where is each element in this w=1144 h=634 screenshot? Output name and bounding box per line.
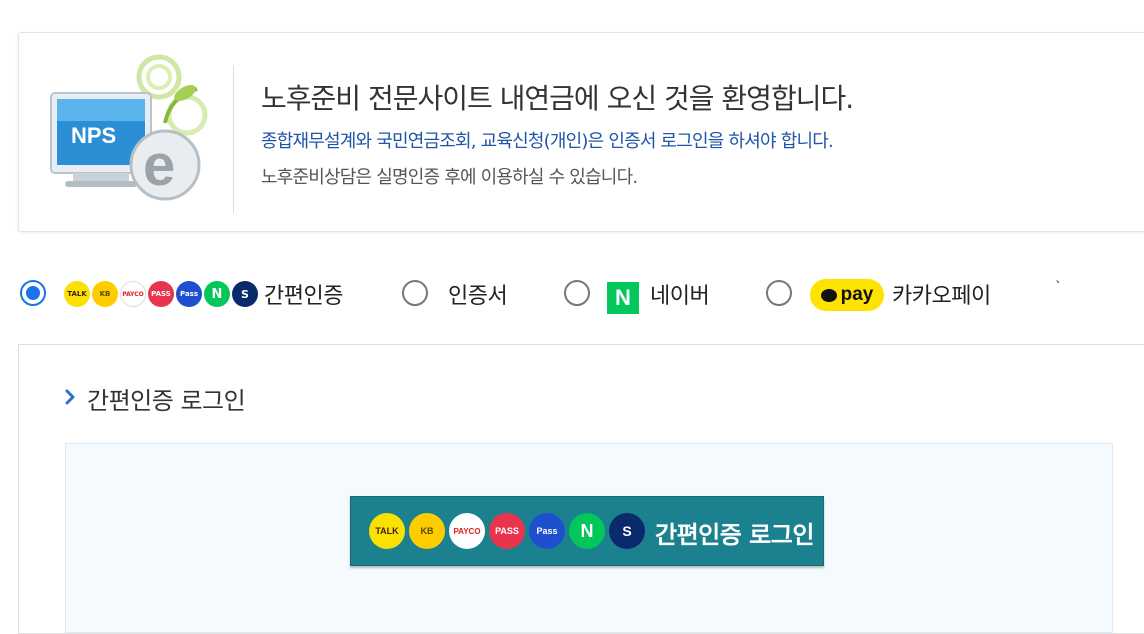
naver-icon: N (607, 282, 639, 314)
btn-shinhan-label: S (622, 523, 632, 539)
shinhan-icon-label: S (241, 287, 249, 301)
nps-logo-icon: NPS e (50, 54, 208, 201)
kakaopay-icon: pay (810, 279, 884, 311)
payco-icon-label: PAYCO (122, 290, 144, 298)
radio-naver[interactable] (564, 280, 590, 306)
login-box: TALK KB PAYCO PASS Pass N S 간편인증 로그인 (65, 443, 1113, 633)
kb-icon-label: KB (99, 290, 111, 298)
svg-text:e: e (143, 133, 175, 198)
samsung-pass-icon-label: Pass (180, 290, 198, 298)
radio-certificate[interactable] (402, 280, 428, 306)
option-label-simple-auth[interactable]: 간편인증 (264, 278, 343, 310)
kakaotalk-icon-label: TALK (67, 290, 87, 298)
banner-divider (233, 65, 234, 213)
kb-bank-icon: KB (92, 281, 118, 307)
option-label-naver[interactable]: 네이버 (650, 278, 710, 310)
naver-icon: N (569, 513, 605, 549)
btn-kb-label: KB (420, 526, 434, 536)
btn-kakaotalk-label: TALK (375, 526, 399, 536)
welcome-title: 노후준비 전문사이트 내연금에 오신 것을 환영합니다. (261, 82, 854, 115)
kb-bank-icon: KB (409, 513, 445, 549)
kakaotalk-icon: TALK (369, 513, 405, 549)
stray-mark: ` (1055, 280, 1062, 296)
btn-samsung-pass-label: Pass (536, 526, 558, 536)
shinhan-icon: S (609, 513, 645, 549)
svg-text:NPS: NPS (71, 123, 116, 148)
payco-icon: PAYCO (449, 513, 485, 549)
naver-small-icon-label: N (211, 286, 223, 302)
naver-icon-label: N (615, 285, 631, 310)
radio-kakaopay[interactable] (766, 280, 792, 306)
simple-auth-login-button[interactable]: TALK KB PAYCO PASS Pass N S 간편인증 로그인 (350, 496, 824, 566)
btn-payco-label: PAYCO (453, 526, 481, 536)
kakaotalk-icon: TALK (64, 281, 90, 307)
counsel-notice: 노후준비상담은 실명인증 후에 이용하실 수 있습니다. (261, 167, 638, 188)
speech-bubble-icon (820, 288, 837, 302)
btn-naver-label: N (580, 520, 594, 541)
pass-icon: PASS (148, 281, 174, 307)
pass-icon-label: PASS (151, 290, 171, 298)
login-type-options: TALK KB PAYCO PASS Pass N S 간편인증 인증서 N 네… (18, 274, 1138, 314)
btn-pass-label: PASS (495, 526, 519, 536)
shinhan-icon: S (232, 281, 258, 307)
radio-simple-auth[interactable] (20, 280, 46, 306)
naver-small-icon: N (204, 281, 230, 307)
option-label-certificate[interactable]: 인증서 (448, 278, 508, 310)
pass-icon: PASS (489, 513, 525, 549)
samsung-pass-icon: Pass (529, 513, 565, 549)
login-notice: 종합재무설계와 국민연금조회, 교육신청(개인)은 인증서 로그인을 하셔야 합… (261, 131, 834, 152)
login-panel: 간편인증 로그인 TALK KB PAYCO PASS Pass N S 간편인… (18, 344, 1144, 634)
chevron-right-icon (65, 389, 75, 405)
login-button-label: 간편인증 로그인 (655, 521, 814, 549)
kakaopay-icon-label: pay (840, 284, 874, 305)
option-label-kakaopay[interactable]: 카카오페이 (892, 278, 991, 310)
welcome-banner: NPS e 노후준비 전문사이트 내연금에 오신 것을 환영합니다. 종합재무설… (18, 32, 1144, 232)
samsung-pass-icon: Pass (176, 281, 202, 307)
section-title: 간편인증 로그인 (87, 387, 246, 415)
payco-icon: PAYCO (120, 281, 146, 307)
